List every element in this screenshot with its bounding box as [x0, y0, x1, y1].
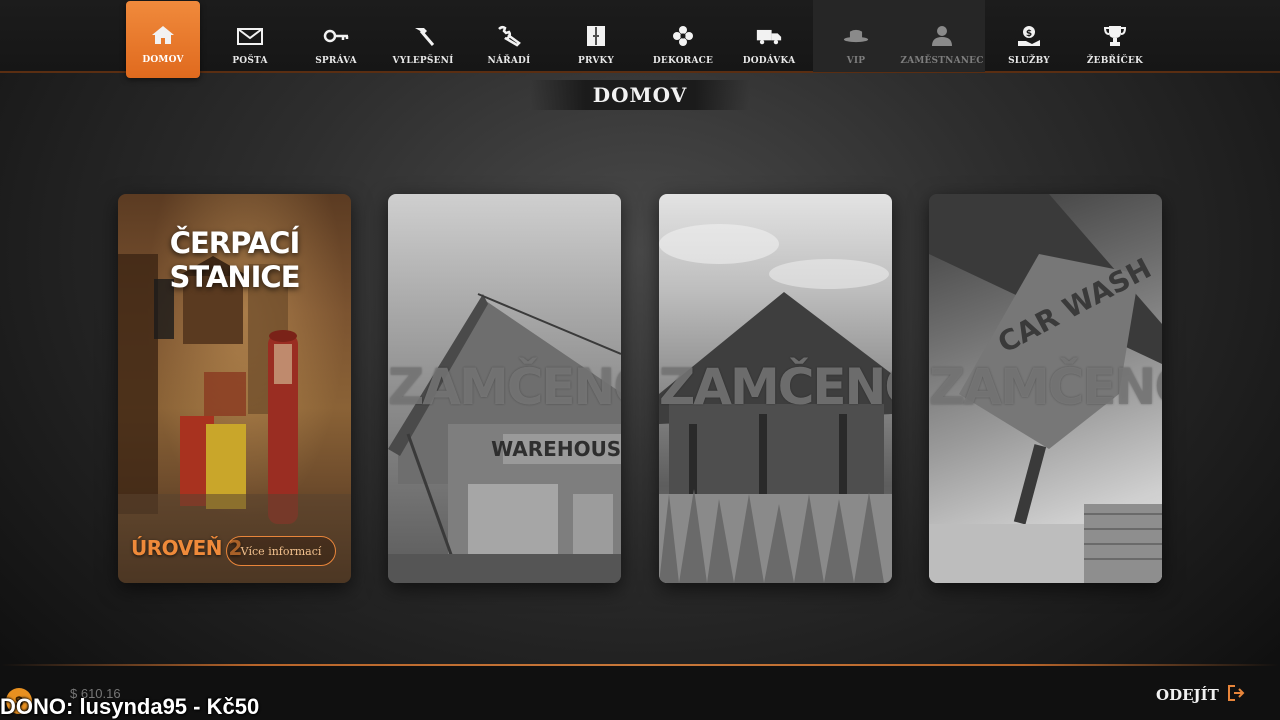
nav-item-sluzby[interactable]: $ SLUŽBY: [986, 0, 1072, 72]
mail-icon: [237, 24, 263, 48]
page-title-bar: DOMOV: [530, 80, 750, 110]
nav-label: DOMOV: [142, 55, 184, 65]
key-icon: [323, 24, 349, 48]
locked-label: ZAMČENO: [929, 358, 1162, 416]
more-info-button[interactable]: Více informací: [226, 536, 336, 566]
nav-item-naradi[interactable]: NÁŘADÍ: [466, 0, 552, 72]
nav-item-dekorace[interactable]: DEKORACE: [640, 0, 726, 72]
nav-label: ZAMĚSTNANEC: [900, 56, 984, 66]
card-title: ČERPACÍ STANICE: [169, 226, 300, 294]
nav-item-sprava[interactable]: SPRÁVA: [293, 0, 379, 72]
nav-label: VYLEPŠENÍ: [392, 56, 454, 66]
wrench-icon: [496, 24, 522, 48]
page-title: DOMOV: [592, 83, 688, 107]
exit-label: ODEJÍT: [1156, 686, 1219, 704]
flower-icon: [670, 24, 696, 48]
money-hand-icon: $: [1016, 24, 1042, 48]
exit-button[interactable]: ODEJÍT: [1156, 684, 1245, 706]
nav-item-dodavka[interactable]: DODÁVKA: [726, 0, 812, 72]
nav-label: ŽEBŘÍČEK: [1086, 56, 1144, 66]
nav-item-zamestnanec[interactable]: ZAMĚSTNANEC: [899, 0, 985, 72]
nav-label: SPRÁVA: [315, 56, 357, 66]
nav-label: NÁŘADÍ: [487, 56, 531, 66]
nav-label: SLUŽBY: [1008, 56, 1050, 66]
nav-item-domov[interactable]: DOMOV: [126, 1, 200, 78]
nav-item-vip[interactable]: VIP: [813, 0, 899, 72]
top-navigation: DOMOV POŠTA SPRÁVA VYLEPŠENÍ NÁŘADÍ PRVK…: [0, 0, 1280, 78]
business-card-warehouse[interactable]: WAREHOUSE ZAMČENO: [388, 194, 621, 583]
nav-item-zebricek[interactable]: ŽEBŘÍČEK: [1072, 0, 1158, 72]
nav-label: POŠTA: [232, 56, 268, 66]
locked-label: ZAMČENO: [388, 358, 621, 416]
cabinet-icon: [583, 24, 609, 48]
trophy-icon: [1102, 24, 1128, 48]
svg-text:$: $: [1026, 29, 1032, 39]
business-card-gas-station[interactable]: ČERPACÍ STANICE ÚROVEŇ 2 Více informací: [118, 194, 351, 583]
hat-icon: [843, 24, 869, 48]
nav-item-posta[interactable]: POŠTA: [207, 0, 293, 72]
hammer-icon: [410, 24, 436, 48]
nav-label: DODÁVKA: [742, 56, 796, 66]
nav-item-prvky[interactable]: PRVKY: [553, 0, 639, 72]
home-icon: [150, 23, 176, 47]
nav-label: VIP: [846, 56, 866, 66]
truck-icon: [756, 24, 782, 48]
nav-label: PRVKY: [578, 56, 614, 66]
donation-overlay: DONO: lusynda95 - Kč50: [0, 694, 260, 719]
business-card-ruined-shed[interactable]: ZAMČENO: [659, 194, 892, 583]
locked-label: ZAMČENO: [659, 358, 892, 416]
business-card-car-wash[interactable]: CAR WASH ZAMČENO: [929, 194, 1162, 583]
employee-icon: [929, 24, 955, 48]
exit-icon: [1227, 684, 1245, 707]
nav-item-vylepseni[interactable]: VYLEPŠENÍ: [380, 0, 466, 72]
nav-label: DEKORACE: [652, 56, 714, 66]
warehouse-sign: WAREHOUSE: [491, 437, 621, 461]
